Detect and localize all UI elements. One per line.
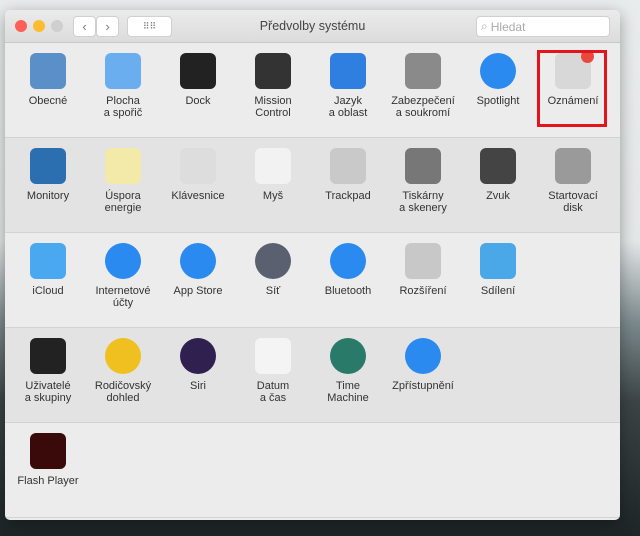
pref-pane-label: App Store [173, 285, 223, 297]
pref-pane-bluetooth[interactable]: Bluetooth [311, 243, 385, 297]
time-machine-icon [330, 338, 366, 374]
users-icon [30, 338, 66, 374]
pref-pane-label: Time Machine [327, 380, 369, 404]
pref-pane-network-globe[interactable]: Síť [236, 243, 310, 297]
pref-pane-label: Obecné [28, 95, 68, 107]
desktop-icon [105, 53, 141, 89]
pref-pane-at[interactable]: Internetové účty [86, 243, 160, 309]
system-preferences-window: ‹ › ⠿⠿ Předvolby systému ⌕ Hledat Obecné P… [5, 10, 620, 520]
pref-pane-flag-globe[interactable]: Jazyk a oblast [311, 53, 385, 119]
network-globe-icon [255, 243, 291, 279]
pref-pane-bulb[interactable]: Úspora energie [86, 148, 160, 214]
pref-pane-label: Uživatelé a skupiny [24, 380, 72, 404]
accessibility-icon [405, 338, 441, 374]
flash-icon [30, 433, 66, 469]
mission-control-icon [255, 53, 291, 89]
pref-pane-puzzle[interactable]: Rozšíření [386, 243, 460, 297]
app-store-icon [180, 243, 216, 279]
pref-pane-label: Myš [262, 190, 284, 202]
bluetooth-icon [330, 243, 366, 279]
pref-pane-label: Síť [265, 285, 281, 297]
search-input[interactable]: ⌕ Hledat [476, 16, 610, 37]
pref-pane-monitor[interactable]: Monitory [11, 148, 85, 202]
pref-pane-mission-control[interactable]: Mission Control [236, 53, 310, 119]
pref-pane-accessibility[interactable]: Zpřístupnění [386, 338, 460, 392]
parental-icon [105, 338, 141, 374]
pref-pane-users[interactable]: Uživatelé a skupiny [11, 338, 85, 404]
pref-pane-label: Mission Control [254, 95, 292, 119]
pref-pane-label: Trackpad [325, 190, 371, 202]
pref-pane-trackpad[interactable]: Trackpad [311, 148, 385, 202]
pref-pane-speaker[interactable]: Zvuk [461, 148, 535, 202]
mouse-icon [255, 148, 291, 184]
preferences-row: Flash Player [5, 423, 620, 518]
pref-pane-parental[interactable]: Rodičovský dohled [86, 338, 160, 404]
pref-pane-spotlight[interactable]: Spotlight [461, 53, 535, 107]
pref-pane-label: Zpřístupnění [392, 380, 454, 392]
at-icon [105, 243, 141, 279]
preferences-row: Obecné Plocha a spořič Dock Mission Control… [5, 43, 620, 138]
pref-pane-label: Zabezpečení a soukromí [391, 95, 455, 119]
pref-pane-desktop[interactable]: Plocha a spořič [86, 53, 160, 119]
printer-icon [405, 148, 441, 184]
pref-pane-time-machine[interactable]: Time Machine [311, 338, 385, 404]
pref-pane-sharing-folder[interactable]: Sdílení [461, 243, 535, 297]
spotlight-icon [480, 53, 516, 89]
pref-pane-label: Datum a čas [256, 380, 290, 404]
pref-pane-label: Klávesnice [171, 190, 225, 202]
clock-icon [255, 338, 291, 374]
security-house-icon [405, 53, 441, 89]
preferences-row: Monitory Úspora energie Klávesnice Myš Track… [5, 138, 620, 233]
pref-pane-disk[interactable]: Startovací disk [536, 148, 610, 214]
search-icon: ⌕ [481, 19, 488, 33]
pref-pane-security-house[interactable]: Zabezpečení a soukromí [386, 53, 460, 119]
pref-pane-label: Monitory [26, 190, 70, 202]
bulb-icon [105, 148, 141, 184]
pref-pane-label: Bluetooth [324, 285, 372, 297]
pref-pane-printer[interactable]: Tiskárny a skenery [386, 148, 460, 214]
disk-icon [555, 148, 591, 184]
title-bar: ‹ › ⠿⠿ Předvolby systému ⌕ Hledat [5, 10, 620, 43]
pref-pane-dock[interactable]: Dock [161, 53, 235, 107]
pref-pane-label: iCloud [32, 285, 64, 297]
pref-pane-label: Rodičovský dohled [94, 380, 152, 404]
preferences-row: Uživatelé a skupiny Rodičovský dohled Siri… [5, 328, 620, 423]
pref-pane-keyboard[interactable]: Klávesnice [161, 148, 235, 202]
pref-pane-label: Internetové účty [95, 285, 151, 309]
pref-pane-icloud[interactable]: iCloud [11, 243, 85, 297]
pref-pane-label: Dock [185, 95, 211, 107]
preferences-row: iCloud Internetové účty App Store Síť Blueto… [5, 233, 620, 328]
pref-pane-mouse[interactable]: Myš [236, 148, 310, 202]
keyboard-icon [180, 148, 216, 184]
pref-pane-label: Flash Player [17, 475, 79, 487]
pref-pane-label: Plocha a spořič [103, 95, 143, 119]
pref-pane-label: Siri [190, 380, 206, 392]
pref-pane-flash[interactable]: Flash Player [11, 433, 85, 487]
icloud-icon [30, 243, 66, 279]
pref-pane-general[interactable]: Obecné [11, 53, 85, 107]
sharing-folder-icon [480, 243, 516, 279]
pref-pane-label: Zvuk [486, 190, 510, 202]
highlight-box [537, 50, 607, 127]
pref-pane-label: Tiskárny a skenery [399, 190, 447, 214]
pref-pane-label: Startovací disk [548, 190, 598, 214]
pref-pane-clock[interactable]: Datum a čas [236, 338, 310, 404]
pref-pane-label: Sdílení [480, 285, 516, 297]
pref-pane-label: Úspora energie [104, 190, 142, 214]
monitor-icon [30, 148, 66, 184]
pref-pane-label: Spotlight [476, 95, 520, 107]
puzzle-icon [405, 243, 441, 279]
flag-globe-icon [330, 53, 366, 89]
speaker-icon [480, 148, 516, 184]
pref-pane-app-store[interactable]: App Store [161, 243, 235, 297]
trackpad-icon [330, 148, 366, 184]
pref-pane-siri[interactable]: Siri [161, 338, 235, 392]
dock-icon [180, 53, 216, 89]
siri-icon [180, 338, 216, 374]
general-icon [30, 53, 66, 89]
pref-pane-label: Rozšíření [399, 285, 447, 297]
pref-pane-label: Jazyk a oblast [328, 95, 368, 119]
